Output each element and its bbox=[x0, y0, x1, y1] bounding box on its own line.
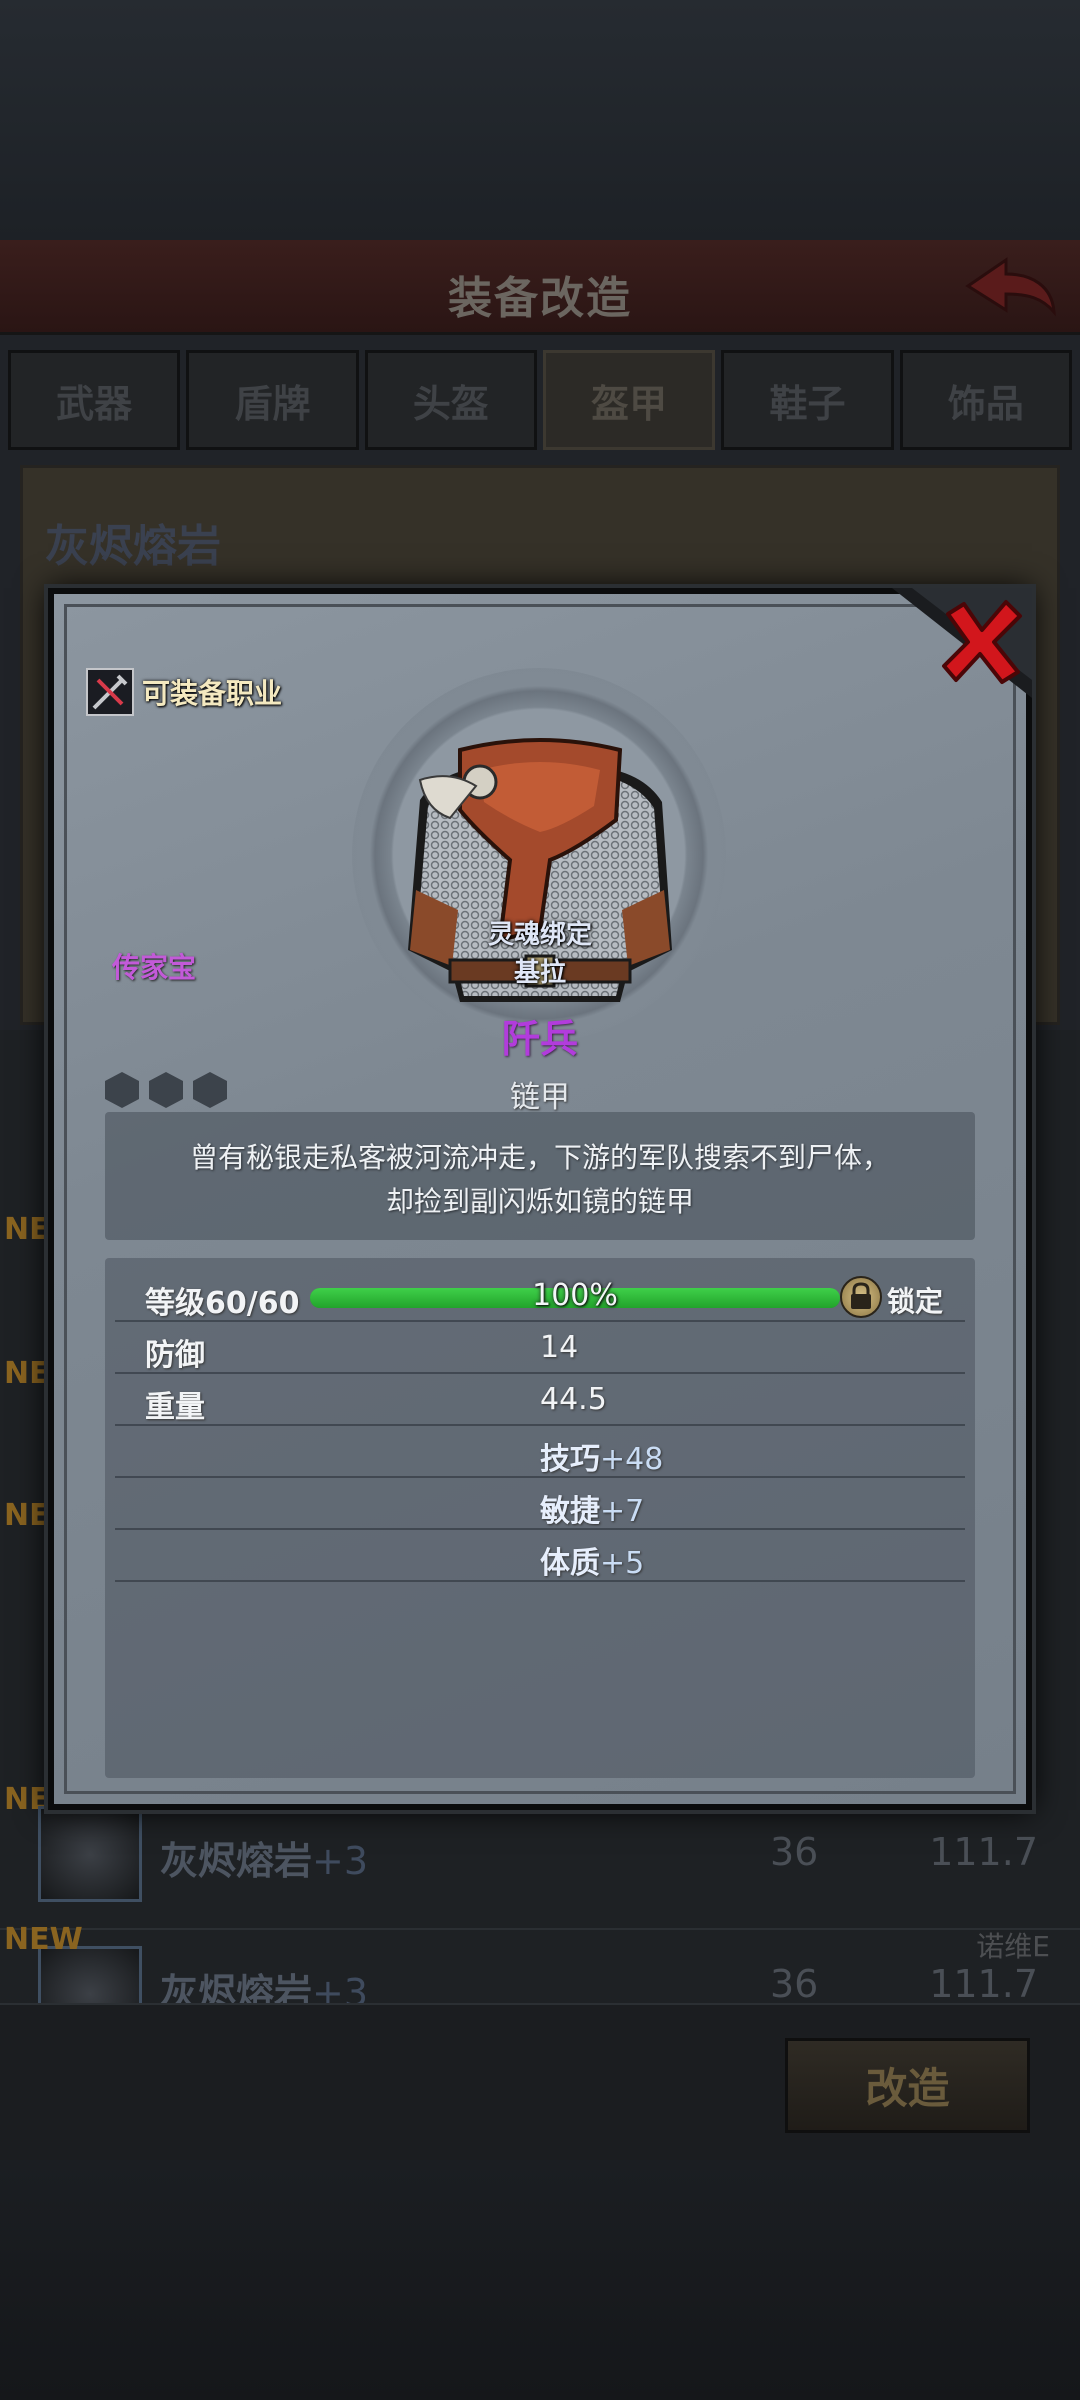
equippable-class-label: 可装备职业 bbox=[142, 677, 283, 710]
class-icon bbox=[86, 668, 134, 716]
bonus-row: 敏捷+7 bbox=[115, 1478, 965, 1530]
tab-armor[interactable]: 盔甲 bbox=[542, 350, 716, 450]
soulbind-info: 灵魂绑定 基拉 bbox=[380, 916, 700, 992]
bonus-stat: 体质+5 bbox=[540, 1546, 645, 1581]
header-bar: 装备改造 bbox=[0, 240, 1080, 335]
soulbind-label: 灵魂绑定 bbox=[487, 920, 592, 950]
stat-value: 14 bbox=[540, 1330, 579, 1365]
level-progress-bar: 100% bbox=[310, 1278, 840, 1313]
tab-accessory[interactable]: 饰品 bbox=[899, 350, 1072, 450]
page-title: 装备改造 bbox=[448, 273, 632, 324]
level-row: 等级60/60 100% 锁定 bbox=[115, 1270, 965, 1322]
close-icon[interactable] bbox=[936, 596, 1026, 686]
bottom-background bbox=[0, 2160, 1080, 2400]
tab-shield[interactable]: 盾牌 bbox=[186, 350, 359, 450]
bonus-row: 技巧+48 bbox=[115, 1426, 965, 1478]
tab-helmet[interactable]: 头盔 bbox=[364, 350, 537, 450]
top-background bbox=[0, 0, 1080, 240]
new-badge: NEW bbox=[4, 1922, 83, 1957]
soulbind-owner: 基拉 bbox=[513, 958, 566, 988]
stat-value: 44.5 bbox=[540, 1382, 607, 1417]
heirloom-label: 传家宝 bbox=[112, 951, 197, 984]
item-title: 阡兵 bbox=[501, 1017, 578, 1061]
item-name: 灰烬熔岩+3 bbox=[160, 1971, 369, 2005]
lock-label[interactable]: 锁定 bbox=[887, 1280, 943, 1320]
item-description: 曾有秘银走私客被河流冲走，下游的军队搜索不到尸体， 却捡到副闪烁如镜的链甲 bbox=[189, 1141, 890, 1218]
item-stat-value: 36 bbox=[770, 1962, 819, 2005]
list-item[interactable]: 灰烬熔岩+3 36 111.7 bbox=[0, 1940, 1080, 2005]
tab-boots[interactable]: 鞋子 bbox=[721, 350, 894, 450]
item-name: 灰烬熔岩+3 bbox=[160, 1839, 369, 1883]
stat-row-defense: 防御 14 bbox=[115, 1322, 965, 1374]
tab-weapon[interactable]: 武器 bbox=[8, 350, 181, 450]
lock-icon[interactable] bbox=[840, 1276, 882, 1318]
stat-row-weight: 重量 44.5 bbox=[115, 1374, 965, 1426]
bonus-stat: 技巧+48 bbox=[540, 1442, 664, 1477]
item-type: 链甲 bbox=[510, 1080, 570, 1115]
category-tabs: 武器 盾牌 头盔 盔甲 鞋子 饰品 bbox=[8, 350, 1072, 450]
bonus-row: 体质+5 bbox=[115, 1530, 965, 1582]
item-thumbnail bbox=[38, 1806, 142, 1902]
selected-item-title: 灰烬熔岩 bbox=[45, 521, 221, 572]
item-stat-value: 111.7 bbox=[929, 1830, 1038, 1874]
stat-label: 防御 bbox=[145, 1338, 205, 1373]
refit-button[interactable]: 改造 bbox=[785, 2038, 1030, 2133]
equippable-class[interactable]: 可装备职业 bbox=[86, 668, 282, 716]
item-stat-value: 111.7 bbox=[929, 1962, 1038, 2005]
level-progress-text: 100% bbox=[532, 1278, 618, 1313]
stat-label: 重量 bbox=[145, 1390, 205, 1425]
item-stat-value: 36 bbox=[770, 1830, 819, 1874]
list-item[interactable]: NEW 灰烬熔岩+3 36 111.7 bbox=[0, 1782, 1080, 1930]
item-owner-tag: 诺维E bbox=[976, 1930, 1050, 1963]
level-label: 等级60/60 bbox=[145, 1286, 300, 1321]
back-arrow-icon[interactable] bbox=[962, 252, 1058, 322]
bonus-stat: 敏捷+7 bbox=[540, 1494, 645, 1529]
